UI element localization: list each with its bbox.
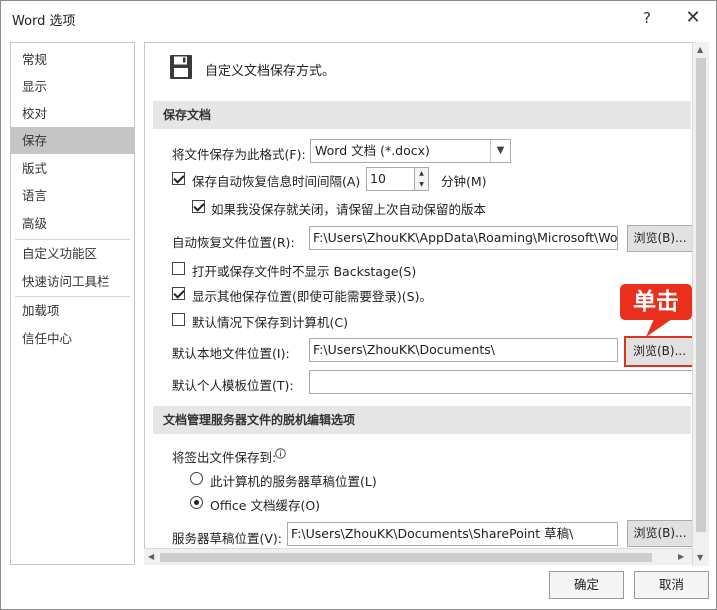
options-content-pane: 自定义文档保存方式。 保存文档 将文件保存为此格式(F): Word 文档 (*…: [144, 42, 692, 548]
nav-item-language[interactable]: 语言: [11, 182, 134, 209]
server-drafts-label: 此计算机的服务器草稿位置(L): [210, 474, 377, 489]
server-drafts-radio[interactable]: [190, 472, 203, 485]
vertical-scrollbar[interactable]: ▲ ▼: [692, 42, 709, 566]
keep-last-version-label: 如果我没保存就关闭，请保留上次自动保留的版本: [211, 202, 487, 217]
word-options-dialog: Word 选项 ? ✕ 常规 显示 校对 保存 版式 语言 高级 自定义功能区 …: [0, 0, 717, 610]
horizontal-scroll-thumb[interactable]: [160, 553, 652, 562]
nav-item-display[interactable]: 显示: [11, 73, 134, 100]
save-format-select[interactable]: Word 文档 (*.docx) ▼: [310, 139, 511, 163]
keep-last-version-checkbox[interactable]: [192, 200, 205, 213]
save-format-label: 将文件保存为此格式(F):: [172, 147, 306, 162]
drafts-location-input[interactable]: F:\Users\ZhouKK\Documents\SharePoint 草稿\: [287, 522, 618, 546]
info-icon: [275, 448, 286, 459]
nav-item-general[interactable]: 常规: [11, 46, 134, 73]
show-other-locations-label: 显示其他保存位置(即使可能需要登录)(S)。: [192, 289, 432, 304]
help-button[interactable]: ?: [633, 7, 661, 29]
autorecover-browse-button[interactable]: 浏览(B)...: [627, 225, 692, 252]
template-location-label: 默认个人模板位置(T):: [172, 378, 294, 393]
nav-item-layout[interactable]: 版式: [11, 155, 134, 182]
show-other-locations-checkbox[interactable]: [172, 287, 185, 300]
vertical-scroll-thumb[interactable]: [696, 58, 706, 532]
floppy-disk-icon: [170, 55, 192, 79]
checkout-label: 将签出文件保存到:: [172, 450, 277, 465]
window-title: Word 选项: [12, 14, 76, 29]
click-callout-label: 单击: [633, 289, 679, 315]
autorecover-location-input[interactable]: F:\Users\ZhouKK\AppData\Roaming\Microsof…: [309, 226, 618, 250]
local-location-input[interactable]: F:\Users\ZhouKK\Documents\: [309, 338, 618, 362]
close-button[interactable]: ✕: [679, 7, 707, 29]
nav-item-advanced[interactable]: 高级: [11, 210, 134, 237]
office-cache-radio[interactable]: [190, 496, 203, 509]
save-to-computer-label: 默认情况下保存到计算机(C): [192, 315, 348, 330]
cancel-button[interactable]: 取消: [634, 571, 709, 599]
autorecover-location-label: 自动恢复文件位置(R):: [172, 235, 295, 250]
template-location-input[interactable]: [309, 370, 692, 394]
nav-item-quick-access-toolbar[interactable]: 快速访问工具栏: [11, 268, 134, 295]
local-location-browse-button[interactable]: 浏览(B)...: [624, 336, 692, 367]
page-heading: 自定义文档保存方式。: [205, 64, 336, 79]
autorecover-checkbox[interactable]: [172, 172, 185, 185]
scroll-up-icon[interactable]: ▲: [697, 46, 703, 54]
nav-item-customize-ribbon[interactable]: 自定义功能区: [11, 240, 134, 267]
nav-item-add-ins[interactable]: 加载项: [11, 297, 134, 324]
drafts-browse-button[interactable]: 浏览(B)...: [627, 520, 692, 547]
nav-item-trust-center[interactable]: 信任中心: [11, 325, 134, 352]
minutes-unit-label: 分钟(M): [441, 174, 487, 189]
minutes-spinner[interactable]: ▲ ▼: [415, 167, 429, 191]
save-to-computer-checkbox[interactable]: [172, 313, 185, 326]
spin-down-icon[interactable]: ▼: [415, 179, 428, 190]
drafts-location-label: 服务器草稿位置(V):: [172, 531, 283, 546]
office-cache-label: Office 文档缓存(O): [210, 498, 321, 513]
no-backstage-label: 打开或保存文件时不显示 Backstage(S): [192, 264, 417, 279]
scroll-right-icon[interactable]: ▶: [678, 553, 684, 561]
save-section-header: 保存文档: [153, 101, 691, 129]
options-nav: 常规 显示 校对 保存 版式 语言 高级 自定义功能区 快速访问工具栏 加载项 …: [10, 42, 135, 565]
no-backstage-checkbox[interactable]: [172, 262, 185, 275]
offline-section-header: 文档管理服务器文件的脱机编辑选项: [153, 406, 691, 434]
local-location-label: 默认本地文件位置(I):: [172, 346, 290, 361]
autorecover-minutes-input[interactable]: 10: [366, 167, 415, 191]
spin-up-icon[interactable]: ▲: [415, 168, 428, 179]
ok-button[interactable]: 确定: [549, 571, 624, 599]
chevron-down-icon[interactable]: ▼: [490, 140, 510, 162]
nav-item-proofing[interactable]: 校对: [11, 100, 134, 127]
scroll-left-icon[interactable]: ◀: [148, 553, 154, 561]
title-bar: Word 选项 ? ✕: [1, 1, 716, 35]
horizontal-scrollbar[interactable]: ◀ ▶: [144, 548, 692, 565]
autorecover-label: 保存自动恢复信息时间间隔(A): [192, 174, 361, 189]
save-format-value: Word 文档 (*.docx): [315, 143, 430, 158]
nav-item-save[interactable]: 保存: [11, 127, 134, 154]
scroll-down-icon[interactable]: ▼: [697, 554, 703, 562]
